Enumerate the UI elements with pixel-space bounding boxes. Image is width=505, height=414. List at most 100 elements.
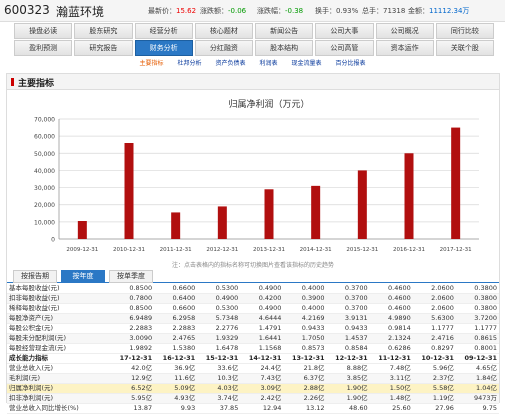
- subnav-link-1[interactable]: 主要指标: [139, 60, 163, 67]
- cell-value: 0.5300: [197, 284, 241, 294]
- bar[interactable]: [404, 153, 414, 239]
- table-row[interactable]: 稀释每股收益(元) 0.8500 0.6600 0.5300 0.4900 0.4000 0…: [7, 303, 499, 314]
- cell-value: 12.94: [240, 403, 284, 414]
- cell-value: 1.48亿: [369, 393, 413, 404]
- cell-value: 0.3700: [326, 284, 370, 294]
- cell-value: 2.1324: [369, 333, 413, 344]
- bar[interactable]: [451, 127, 461, 239]
- cell-value: 0.8573: [283, 343, 327, 354]
- bar[interactable]: [264, 189, 274, 239]
- row-label[interactable]: 营业总收入(元): [7, 363, 111, 374]
- row-label[interactable]: 稀释每股收益(元): [7, 303, 111, 314]
- subnav-link-3[interactable]: 资产负债表: [215, 60, 245, 67]
- table-row[interactable]: 每股公积金(元) 2.2883 2.2883 2.2776 1.4791 0.9433 0.…: [7, 323, 499, 334]
- cell-value: 4.03亿: [197, 383, 241, 394]
- cell-value: 0.4900: [197, 293, 241, 304]
- nav-tab-2-6[interactable]: 公司高管: [315, 40, 374, 56]
- nav-tab-1-7[interactable]: 公司概况: [375, 23, 434, 39]
- nav-tab-2-2[interactable]: 研究报告: [74, 40, 133, 56]
- table-row[interactable]: 毛利润(元) 12.9亿 11.6亿 10.3亿 7.43亿 6.37亿 3.85亿 3.11…: [7, 373, 499, 384]
- cell-value: 48.60: [326, 403, 370, 414]
- cell-value: 1.7050: [283, 333, 327, 344]
- cell-value: 0.4000: [283, 303, 327, 314]
- nav-tab-1-2[interactable]: 股东研究: [74, 23, 133, 39]
- nav-tab-2-4[interactable]: 分红融资: [194, 40, 253, 56]
- cell-value: 12-12-31: [326, 353, 370, 364]
- nav-tab-2-8[interactable]: 关联个股: [435, 40, 494, 56]
- row-label[interactable]: 扣非净利润(元): [7, 393, 111, 404]
- cell-value: 09-12-31: [455, 353, 499, 364]
- cell-value: 5.58亿: [412, 383, 456, 394]
- nav-tab-1-5[interactable]: 新闻公告: [255, 23, 314, 39]
- nav-tab-1-6[interactable]: 公司大事: [315, 23, 374, 39]
- cell-value: 0.4600: [369, 284, 413, 294]
- row-label[interactable]: 每股经营现金流(元): [7, 343, 111, 354]
- x-tick-label: 2016-12-31: [393, 247, 425, 253]
- bar[interactable]: [77, 221, 87, 239]
- cell-value: 8.88亿: [326, 363, 370, 374]
- price-change-pct: 涨跌幅：-0.38: [257, 7, 304, 15]
- x-tick-label: 2014-12-31: [300, 247, 332, 253]
- row-label[interactable]: 归属净利润(元): [7, 383, 111, 394]
- row-label[interactable]: 基本每股收益(元): [7, 284, 111, 294]
- x-tick-label: 2011-12-31: [160, 247, 192, 253]
- subnav-link-2[interactable]: 杜邦分析: [177, 60, 201, 67]
- x-tick-label: 2015-12-31: [346, 247, 378, 253]
- tab-1[interactable]: 按报告期: [13, 270, 57, 283]
- bar[interactable]: [357, 170, 367, 239]
- nav-tab-1-1[interactable]: 操盘必读: [14, 23, 73, 39]
- row-label[interactable]: 营业总收入同比增长(%): [7, 403, 111, 414]
- bar[interactable]: [171, 212, 181, 239]
- cell-value: 0.6600: [154, 303, 198, 314]
- table-row[interactable]: 每股净资产(元) 6.9489 6.2958 5.7348 4.6444 4.2169 3.…: [7, 313, 499, 324]
- table-row[interactable]: 基本每股收益(元) 0.8500 0.6600 0.5300 0.4900 0.4000 0…: [7, 284, 499, 294]
- row-label[interactable]: 每股未分配利润(元): [7, 333, 111, 344]
- table-row[interactable]: 归属净利润(元) 6.52亿 5.09亿 4.03亿 3.09亿 2.88亿 1.90亿 1.…: [7, 383, 499, 394]
- panel-title: 主要指标: [18, 79, 55, 89]
- table-row[interactable]: 扣非净利润(元) 5.95亿 4.93亿 3.74亿 2.42亿 2.26亿 1.90亿 1.…: [7, 393, 499, 404]
- cell-value: 6.52亿: [111, 383, 155, 394]
- tab-3[interactable]: 按单季度: [109, 270, 153, 283]
- cell-value: 9.93: [154, 403, 198, 414]
- row-label[interactable]: 每股公积金(元): [7, 323, 111, 334]
- cell-value: 0.4900: [240, 303, 284, 314]
- cell-value: 1.50亿: [369, 383, 413, 394]
- cell-value: 5.95亿: [111, 393, 155, 404]
- bar[interactable]: [124, 143, 134, 239]
- cell-value: 9473万: [455, 393, 499, 404]
- subnav-link-5[interactable]: 现金流量表: [292, 60, 322, 67]
- cell-value: 9.75: [455, 403, 499, 414]
- row-label: 成长能力指标: [7, 353, 111, 364]
- cell-value: 4.6444: [240, 313, 284, 324]
- row-label[interactable]: 每股净资产(元): [7, 313, 111, 324]
- net-profit-chart[interactable]: 归属净利润（万元） 0 10,000 20,000 30,000 40,000 50,000…: [7, 91, 499, 259]
- nav-tab-2-3[interactable]: 财务分析: [134, 40, 193, 56]
- cell-value: 6.37亿: [283, 373, 327, 384]
- cell-value: 1.9329: [197, 333, 241, 344]
- tab-2[interactable]: 按年度: [61, 270, 105, 283]
- main-indicators-panel: 主要指标 归属净利润（万元） 0 10,000 20,000 30,000 40,000 5…: [6, 73, 500, 414]
- nav-tab-1-3[interactable]: 经营分析: [134, 23, 193, 39]
- cell-value: 13.12: [283, 403, 327, 414]
- y-tick-label: 40,000: [34, 168, 55, 175]
- table-row[interactable]: 扣非每股收益(元) 0.7800 0.6400 0.4900 0.4200 0.3900 0…: [7, 293, 499, 304]
- table-row[interactable]: 每股未分配利润(元) 3.0090 2.4765 1.9329 1.6441 1.7050…: [7, 333, 499, 344]
- table-row[interactable]: 营业总收入(元) 42.0亿 36.9亿 33.6亿 24.4亿 21.8亿 8.88亿 7.…: [7, 363, 499, 374]
- cell-value: 1.90亿: [326, 383, 370, 394]
- table-row[interactable]: 每股经营现金流(元) 1.9892 1.5380 1.6478 1.1568 0.8573…: [7, 343, 499, 354]
- nav-tab-2-5[interactable]: 股本结构: [255, 40, 314, 56]
- nav-tab-1-8[interactable]: 同行比较: [435, 23, 494, 39]
- row-label[interactable]: 扣非每股收益(元): [7, 293, 111, 304]
- row-label[interactable]: 毛利润(元): [7, 373, 111, 384]
- cell-value: 25.60: [369, 403, 413, 414]
- table-row[interactable]: 营业总收入同比增长(%) 13.87 9.93 37.85 12.94 13.12 48.6…: [7, 403, 499, 414]
- bar[interactable]: [311, 185, 321, 239]
- subnav-link-6[interactable]: 百分比报表: [336, 60, 366, 67]
- section-header-row: 成长能力指标 17-12-31 16-12-31 15-12-31 14-12-31 13…: [7, 353, 499, 364]
- bar[interactable]: [217, 206, 227, 239]
- cell-value: 2.0600: [412, 284, 456, 294]
- subnav-link-4[interactable]: 利润表: [260, 60, 278, 67]
- nav-tab-2-7[interactable]: 资本运作: [375, 40, 434, 56]
- nav-tab-1-4[interactable]: 核心题材: [194, 23, 253, 39]
- nav-tab-2-1[interactable]: 盈利预测: [14, 40, 73, 56]
